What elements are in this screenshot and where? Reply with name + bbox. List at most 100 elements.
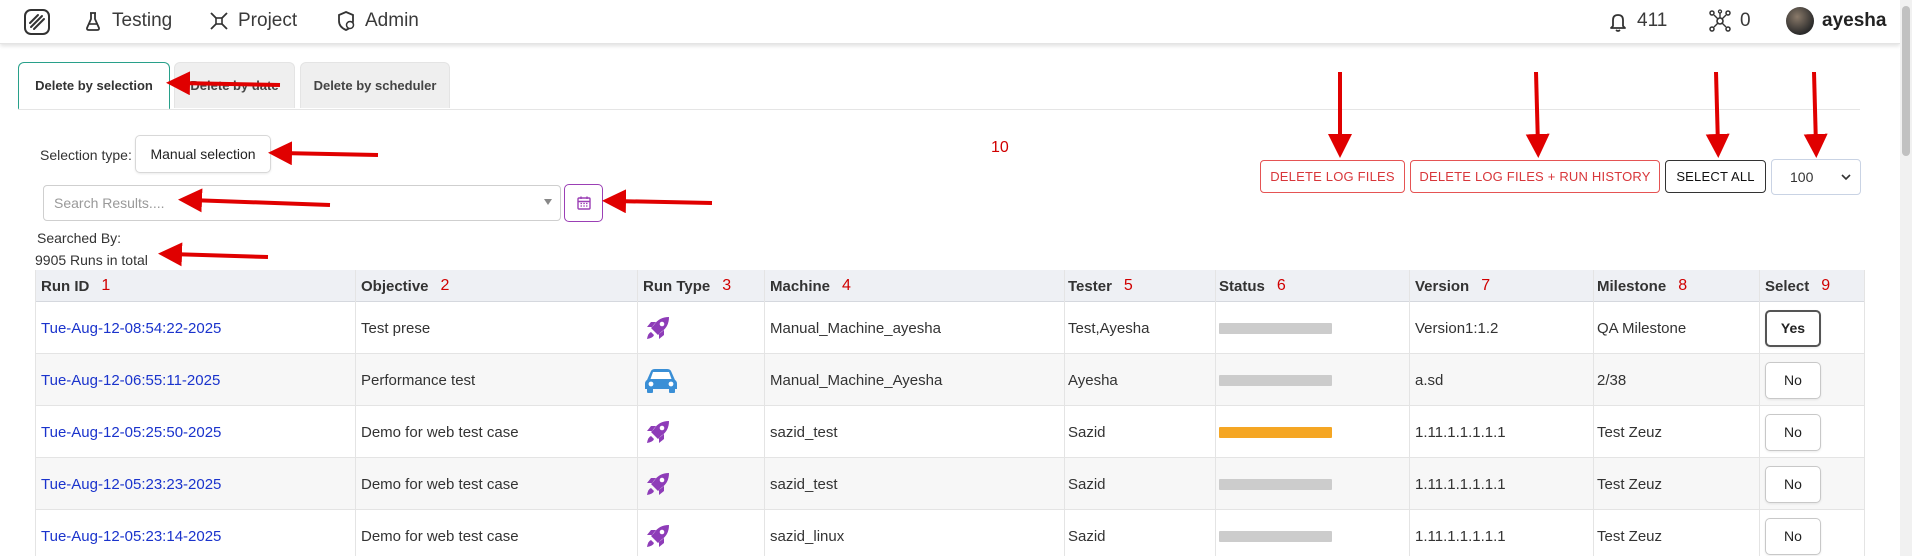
column-divider — [1409, 270, 1410, 556]
table-header: Run ID 1 Objective 2 Run Type 3 Machine … — [35, 270, 1865, 302]
header-milestone[interactable]: Milestone 8 — [1597, 270, 1687, 302]
delete-log-files-button[interactable]: DELETE LOG FILES — [1260, 160, 1405, 193]
machine-cell: sazid_test — [770, 475, 838, 493]
select-toggle-button[interactable]: No — [1765, 465, 1821, 503]
total-runs-count: 9905 Runs in total — [35, 252, 148, 268]
header-number: 8 — [1678, 277, 1688, 294]
table-row: Tue-Aug-12-08:54:22-2025 Test prese Manual… — [35, 302, 1865, 354]
select-toggle-button[interactable]: Yes — [1765, 309, 1821, 347]
column-divider — [1215, 270, 1216, 556]
tab-delete-by-date[interactable]: Delete by date — [174, 62, 295, 108]
objective-cell: Performance test — [361, 371, 476, 389]
run-id-link[interactable]: Tue-Aug-12-05:23:23-2025 — [41, 458, 221, 510]
run-id-link[interactable]: Tue-Aug-12-05:25:50-2025 — [41, 406, 221, 458]
run-type-cell — [643, 302, 673, 354]
select-toggle-button[interactable]: No — [1765, 413, 1821, 451]
arrow-left — [158, 242, 269, 267]
header-number: 4 — [842, 277, 851, 294]
select-all-button[interactable]: SELECT ALL — [1665, 160, 1766, 193]
searched-by-label: Searched By: — [37, 230, 122, 246]
status-cell — [1219, 406, 1332, 458]
machine-cell: sazid_linux — [770, 527, 845, 545]
header-machine[interactable]: Machine 4 — [770, 270, 851, 302]
header-number: 1 — [101, 277, 111, 294]
table-row: Tue-Aug-12-05:23:14-2025 Demo for web tes… — [35, 510, 1865, 556]
avatar — [1786, 7, 1814, 35]
version-cell: 1.11.1.1.1.1.1 — [1415, 475, 1506, 493]
annotation-number: 10 — [991, 139, 1009, 156]
search-results-select[interactable]: Search Results.... — [43, 185, 561, 221]
objective-cell: Demo for web test case — [361, 475, 519, 493]
machine-cell: sazid_test — [770, 423, 838, 441]
header-version[interactable]: Version 7 — [1415, 270, 1490, 302]
selection-type-button[interactable]: Manual selection — [135, 135, 271, 173]
table-row: Tue-Aug-12-06:55:11-2025 Performance test… — [35, 354, 1865, 406]
column-divider — [35, 270, 36, 556]
tab-delete-by-scheduler[interactable]: Delete by scheduler — [300, 62, 450, 108]
header-run-type[interactable]: Run Type 3 — [643, 270, 731, 302]
select-toggle-button[interactable]: No — [1765, 361, 1821, 399]
user-menu[interactable]: ayesha — [1786, 0, 1886, 42]
tester-cell: Sazid — [1068, 527, 1106, 545]
network-status[interactable]: 0 — [1708, 0, 1751, 42]
network-nodes-icon — [1709, 9, 1731, 32]
chevron-down-icon — [1841, 174, 1851, 181]
milestone-cell: 2/38 — [1597, 371, 1627, 389]
run-type-cell — [643, 354, 679, 406]
header-run-id[interactable]: Run ID 1 — [41, 270, 110, 302]
header-tester[interactable]: Tester 5 — [1068, 270, 1133, 302]
status-cell — [1219, 510, 1332, 556]
nav-project[interactable]: Project — [208, 0, 297, 42]
column-divider — [637, 270, 638, 556]
header-label: Milestone — [1597, 277, 1667, 295]
column-divider — [1864, 270, 1865, 556]
run-id-link[interactable]: Tue-Aug-12-08:54:22-2025 — [41, 302, 221, 354]
notifications[interactable]: 411 — [1607, 0, 1667, 42]
nav-testing-label: Testing — [112, 10, 173, 31]
run-id-link[interactable]: Tue-Aug-12-05:23:14-2025 — [41, 510, 221, 556]
tester-cell: Test,Ayesha — [1068, 319, 1150, 337]
nav-admin[interactable]: Admin — [335, 0, 419, 42]
scrollbar-thumb[interactable] — [1902, 6, 1910, 156]
version-cell: a.sd — [1415, 371, 1444, 389]
page-size-select[interactable]: 100 — [1771, 159, 1861, 195]
admin-shield-icon — [338, 11, 355, 31]
status-cell — [1219, 302, 1332, 354]
select-toggle-button[interactable]: No — [1765, 517, 1821, 555]
rocket-icon — [647, 525, 669, 547]
nav-testing[interactable]: Testing — [82, 0, 172, 42]
select-cell: No — [1765, 458, 1821, 510]
column-divider — [355, 270, 356, 556]
select-cell: No — [1765, 354, 1821, 406]
objective-cell: Demo for web test case — [361, 423, 519, 441]
header-number: 2 — [440, 277, 450, 294]
page-scrollbar[interactable] — [1900, 0, 1912, 556]
status-cell — [1219, 458, 1332, 510]
header-status[interactable]: Status 6 — [1219, 270, 1286, 302]
milestone-cell: Test Zeuz — [1597, 475, 1663, 493]
app-logo-icon[interactable] — [22, 7, 52, 37]
delete-log-files-run-history-button[interactable]: DELETE LOG FILES + RUN HISTORY — [1410, 160, 1660, 193]
header-objective[interactable]: Objective 2 — [361, 270, 449, 302]
header-label: Version — [1415, 277, 1470, 295]
bell-icon — [1610, 14, 1626, 32]
objective-cell: Test prese — [361, 319, 431, 337]
header-label: Select — [1765, 277, 1810, 295]
header-number: 9 — [1821, 277, 1831, 294]
milestone-cell: Test Zeuz — [1597, 423, 1663, 441]
header-select[interactable]: Select 9 — [1765, 270, 1830, 302]
run-id-link[interactable]: Tue-Aug-12-06:55:11-2025 — [41, 354, 220, 406]
run-type-cell — [643, 458, 673, 510]
arrow-left — [268, 141, 379, 166]
column-divider — [1593, 270, 1594, 556]
date-picker-button[interactable] — [564, 184, 603, 222]
network-count: 0 — [1740, 10, 1751, 31]
arrow-left — [602, 189, 713, 214]
tab-delete-by-selection[interactable]: Delete by selection — [18, 62, 170, 110]
flask-icon — [86, 12, 100, 31]
table-row: Tue-Aug-12-05:25:50-2025 Demo for web tes… — [35, 406, 1865, 458]
tester-cell: Sazid — [1068, 423, 1106, 441]
version-cell: Version1:1.2 — [1415, 319, 1499, 337]
status-bar — [1219, 530, 1332, 542]
status-bar — [1219, 322, 1332, 334]
